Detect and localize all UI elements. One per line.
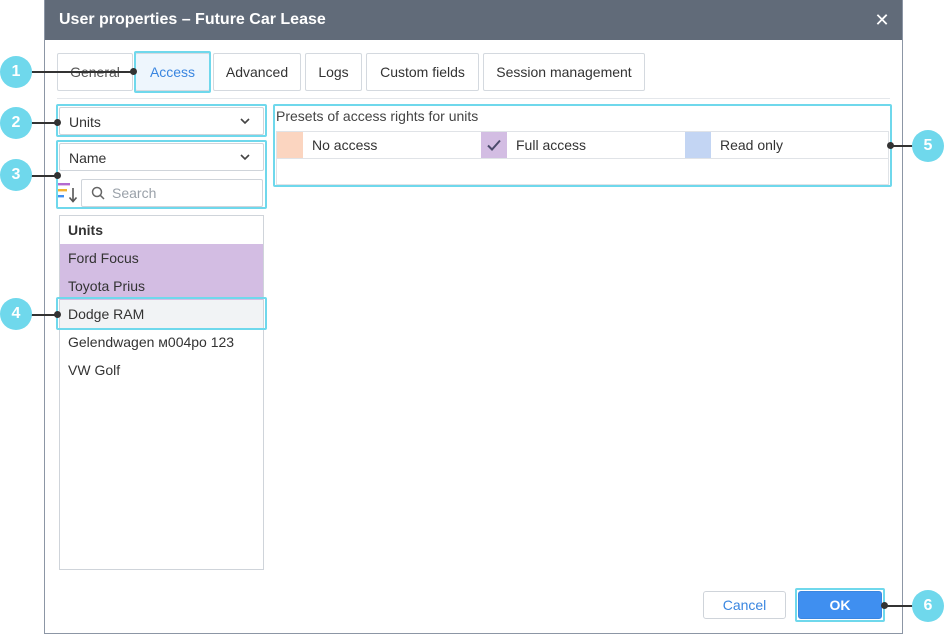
cancel-button[interactable]: Cancel	[703, 591, 786, 619]
search-field[interactable]	[81, 179, 263, 207]
callout-badge-2: 2	[0, 107, 32, 139]
callout-dot	[54, 172, 61, 179]
list-item[interactable]: Dodge RAM	[60, 300, 263, 328]
preset-label: No access	[312, 137, 378, 153]
title-bar: User properties – Future Car Lease ✕	[45, 0, 902, 40]
chevron-down-icon	[240, 118, 250, 125]
callout-dot	[54, 119, 61, 126]
tab-logs[interactable]: Logs	[305, 53, 362, 91]
callout-badge-6: 6	[912, 590, 944, 622]
search-icon	[91, 186, 105, 200]
tab-custom-fields[interactable]: Custom fields	[366, 53, 479, 91]
tab-access[interactable]: Access	[135, 53, 210, 91]
tab-session-management[interactable]: Session management	[483, 53, 645, 91]
units-list: Units Ford Focus Toyota Prius Dodge RAM …	[59, 215, 264, 570]
sort-order-icon[interactable]	[58, 182, 78, 204]
list-item[interactable]: Gelendwagen м004ро 123	[60, 328, 263, 356]
unit-type-value: Units	[69, 114, 101, 130]
callout-badge-4: 4	[0, 298, 32, 330]
list-item[interactable]: Toyota Prius	[60, 272, 263, 300]
sort-by-value: Name	[69, 150, 107, 166]
list-header: Units	[68, 222, 103, 238]
tabs-divider	[57, 98, 890, 99]
checkmark-icon	[487, 139, 501, 151]
user-properties-dialog: User properties – Future Car Lease ✕ Gen…	[44, 0, 903, 634]
presets-title: Presets of access rights for units	[276, 108, 479, 124]
search-input[interactable]	[112, 184, 257, 202]
callout-dot	[887, 142, 894, 149]
presets-row-divider	[277, 158, 888, 159]
preset-swatch	[685, 132, 711, 158]
tab-advanced[interactable]: Advanced	[213, 53, 301, 91]
callout-leader	[30, 71, 134, 73]
unit-type-select[interactable]: Units	[59, 107, 264, 135]
list-item[interactable]: VW Golf	[60, 356, 263, 384]
presets-table: No access Full access Read only	[276, 131, 889, 185]
callout-dot	[130, 68, 137, 75]
callout-badge-3: 3	[0, 159, 32, 191]
preset-read-only[interactable]: Read only	[685, 132, 889, 158]
callout-dot	[54, 311, 61, 318]
callout-badge-5: 5	[912, 130, 944, 162]
sort-by-select[interactable]: Name	[59, 143, 264, 171]
preset-no-access[interactable]: No access	[277, 132, 481, 158]
ok-button[interactable]: OK	[798, 591, 882, 619]
preset-swatch	[277, 132, 303, 158]
dialog-title: User properties – Future Car Lease	[59, 11, 326, 28]
preset-full-access[interactable]: Full access	[481, 132, 685, 158]
callout-badge-1: 1	[0, 56, 32, 88]
preset-label: Read only	[720, 137, 784, 153]
list-item[interactable]: Ford Focus	[60, 244, 263, 272]
preset-label: Full access	[516, 137, 587, 153]
chevron-down-icon	[240, 154, 250, 161]
close-icon[interactable]: ✕	[874, 10, 890, 30]
callout-leader	[884, 605, 914, 607]
callout-dot	[881, 602, 888, 609]
preset-swatch	[481, 132, 507, 158]
